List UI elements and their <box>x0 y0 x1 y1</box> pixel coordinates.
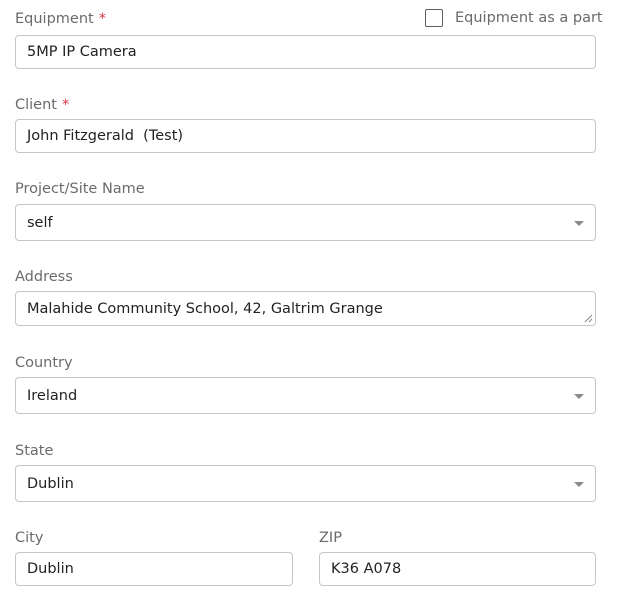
country-label: Country <box>15 355 73 371</box>
state-select[interactable]: Dublin <box>15 465 596 502</box>
required-marker: * <box>98 11 106 27</box>
equipment-input[interactable]: 5MP IP Camera <box>15 35 596 69</box>
address-textarea[interactable]: Malahide Community School, 42, Galtrim G… <box>15 291 596 326</box>
client-label-text: Client <box>15 97 57 113</box>
city-input[interactable]: Dublin <box>15 552 293 586</box>
equipment-as-part-checkbox[interactable]: Equipment as a part <box>425 9 603 27</box>
project-select-value: self <box>27 214 53 231</box>
required-marker: * <box>61 97 70 113</box>
country-select[interactable]: Ireland <box>15 377 596 414</box>
client-label: Client * <box>15 96 69 114</box>
equipment-label: Equipment * <box>15 10 106 28</box>
zip-input[interactable]: K36 A078 <box>319 552 596 586</box>
zip-label: ZIP <box>319 530 342 546</box>
chevron-down-icon <box>574 481 584 487</box>
equipment-as-part-label: Equipment as a part <box>455 10 603 26</box>
chevron-down-icon <box>574 220 584 226</box>
state-label: State <box>15 443 54 459</box>
checkbox-box[interactable] <box>425 9 443 27</box>
address-value: Malahide Community School, 42, Galtrim G… <box>27 300 383 317</box>
client-input[interactable]: John Fitzgerald (Test) <box>15 119 596 153</box>
state-select-value: Dublin <box>27 475 74 492</box>
address-label: Address <box>15 269 73 285</box>
country-select-value: Ireland <box>27 387 78 404</box>
equipment-label-text: Equipment <box>15 11 94 27</box>
chevron-down-icon <box>574 393 584 399</box>
project-label: Project/Site Name <box>15 181 145 197</box>
project-select[interactable]: self <box>15 204 596 241</box>
city-label: City <box>15 530 44 546</box>
resize-handle-icon[interactable] <box>584 314 593 323</box>
